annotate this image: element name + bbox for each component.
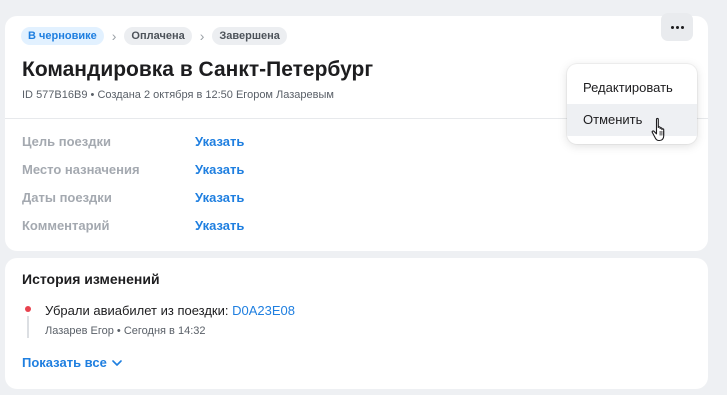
trip-created: Создана 2 октября в 12:50 Егором Лазарев… [97,89,334,101]
history-time: Сегодня в 14:32 [123,325,206,337]
timeline-line [27,316,29,338]
field-destination: Место назначения Указать [22,159,244,179]
menu-item-edit[interactable]: Редактировать [567,72,697,104]
bullet-separator: • [116,325,121,337]
field-dates: Даты поездки Указать [22,187,244,207]
actions-dropdown: Редактировать Отменить [567,64,697,144]
specify-link[interactable]: Указать [195,218,244,233]
chevron-right-icon: › [199,28,205,44]
page-title: Командировка в Санкт-Петербург [22,58,374,81]
more-horizontal-icon [670,25,674,29]
status-paid[interactable]: Оплачена [124,27,192,45]
status-steps: В черновике › Оплачена › Завершена [21,27,287,45]
specify-link[interactable]: Указать [195,134,244,149]
field-label: Даты поездки [22,189,112,205]
chevron-right-icon: › [111,28,117,44]
more-horizontal-icon [680,25,684,29]
history-card: История изменений Убрали авиабилет из по… [5,258,708,389]
menu-item-cancel[interactable]: Отменить [567,104,697,136]
trip-meta: ID 577B16B9 • Создана 2 октября в 12:50 … [22,89,334,101]
show-all-label: Показать все [22,355,107,370]
more-button[interactable] [661,13,693,41]
history-author: Лазарев Егор [45,325,114,337]
ticket-link[interactable]: D0A23E08 [232,303,295,318]
timeline-dot [25,306,31,312]
hand-pointer-icon [651,117,665,142]
bullet-separator: • [90,89,95,101]
more-horizontal-icon [675,25,679,29]
history-entry-text: Убрали авиабилет из поездки: [45,303,229,318]
history-title: История изменений [22,271,160,287]
trip-id-prefix: ID [22,89,33,101]
show-all-button[interactable]: Показать все [22,355,122,370]
specify-link[interactable]: Указать [195,190,244,205]
specify-link[interactable]: Указать [195,162,244,177]
field-comment: Комментарий Указать [22,215,244,235]
chevron-down-icon [112,359,122,366]
field-label: Место назначения [22,161,140,177]
trip-id: 577B16B9 [36,89,88,101]
history-entry-meta: Лазарев Егор • Сегодня в 14:32 [45,325,205,337]
status-draft[interactable]: В черновике [21,27,104,45]
field-purpose: Цель поездки Указать [22,131,244,151]
field-label: Комментарий [22,217,110,233]
history-entry: Убрали авиабилет из поездки: D0A23E08 [45,303,295,318]
field-label: Цель поездки [22,133,111,149]
status-completed[interactable]: Завершена [212,27,287,45]
